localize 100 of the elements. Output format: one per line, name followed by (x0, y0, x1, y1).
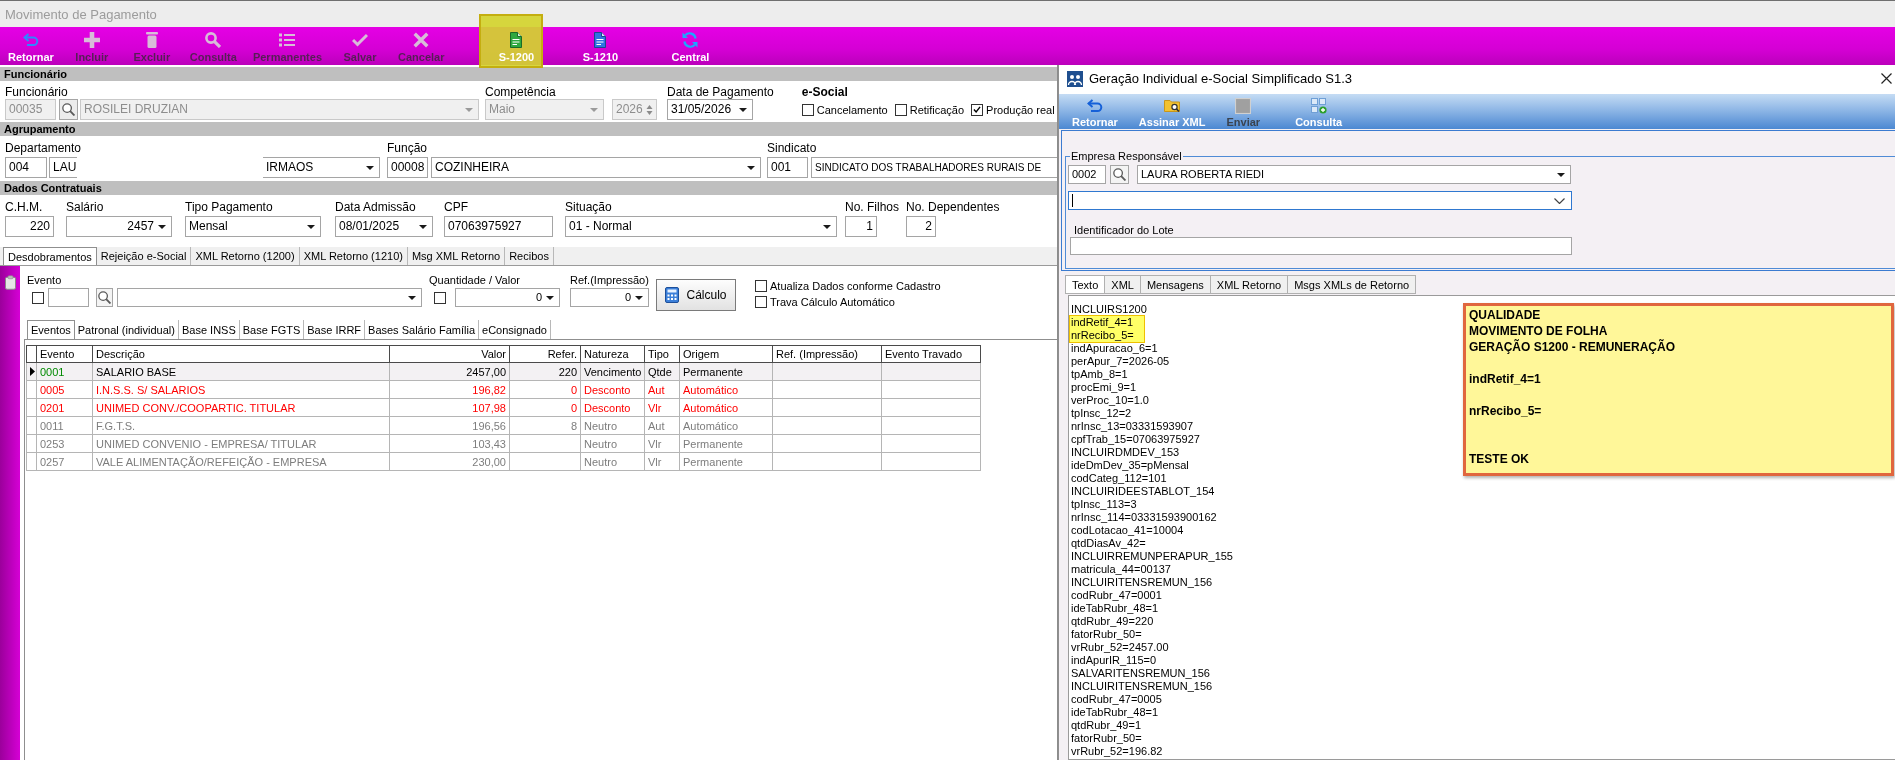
tab[interactable]: Msgs XMLs de Retorno (1288, 275, 1417, 294)
dropdown[interactable]: 08/01/2025 (335, 216, 433, 237)
u-turn-arrow-icon (1086, 97, 1103, 114)
checkbox[interactable] (894, 103, 907, 116)
dropdown[interactable]: 0 (455, 288, 560, 307)
toolbar-button[interactable]: Central (662, 27, 719, 65)
table-cell: F.G.T.S. (92, 416, 390, 435)
field-label: Data Admissão (335, 199, 417, 216)
tab[interactable]: eConsignado (479, 320, 551, 339)
table-cell: 230,00 (389, 452, 510, 471)
input-field[interactable] (48, 288, 89, 307)
tab[interactable]: Base IRRF (304, 320, 366, 339)
search-button[interactable] (1110, 165, 1129, 184)
input-field[interactable]: 07063975927 (444, 216, 553, 237)
search-icon (205, 31, 222, 48)
input-field[interactable]: LAU (49, 157, 77, 178)
text-line: nrInsc_13=03331593907 (1071, 420, 1194, 433)
section-header: Funcionário (0, 67, 1057, 81)
dropdown[interactable]: Mensal (185, 216, 321, 237)
checkbox-label: Produção real (986, 103, 1055, 116)
table-cell: VALE ALIMENTAÇÃO/REFEIÇÃO - EMPRESA (92, 452, 390, 471)
field-label: Competência (485, 84, 557, 99)
text-line: codRubr_47=0001 (1071, 589, 1162, 602)
window-title: Geração Individual e-Social Simplificado S1.3 (1089, 71, 1353, 86)
table-cell: 0201 (36, 398, 93, 417)
section-header: Dados Contratuais (0, 181, 1057, 195)
tab[interactable]: Base FGTS (239, 320, 305, 339)
checkbox[interactable] (801, 103, 814, 116)
tab[interactable]: Patronal (individual) (74, 320, 179, 339)
plus-icon (83, 31, 100, 48)
toolbar-button[interactable]: S-1210 (572, 27, 629, 65)
input-field[interactable]: 001 (767, 157, 808, 178)
input-field[interactable]: 0002 (1068, 165, 1106, 184)
column-header: Origem (679, 345, 773, 363)
text-line: INCLUIRIDEESTABLOT_154 (1071, 485, 1215, 498)
table-cell: 103,43 (389, 434, 510, 453)
input-field[interactable]: 00008 (387, 157, 428, 178)
checkbox[interactable] (755, 280, 767, 292)
checkbox[interactable] (755, 296, 767, 308)
tab[interactable]: Base INSS (178, 320, 240, 339)
tab[interactable]: Msg XML Retorno (407, 247, 506, 265)
tab[interactable]: Mensagens (1140, 275, 1211, 294)
tab[interactable]: XML (1105, 275, 1141, 294)
column-header: Tipo (644, 345, 680, 363)
tab[interactable]: Desdobramentos (3, 247, 97, 265)
column-header: Descrição (92, 345, 390, 363)
input-field[interactable]: 220 (5, 216, 54, 237)
input-field[interactable] (1070, 237, 1572, 255)
dropdown[interactable]: 0 (570, 288, 649, 307)
input-field[interactable]: SINDICATO DOS TRABALHADORES RURAIS DE (811, 157, 1057, 178)
document-icon (592, 31, 609, 48)
text-area[interactable] (1068, 295, 1895, 760)
dropdown[interactable]: 01 - Normal (565, 216, 837, 237)
field-label: Quantidade / Valor (429, 273, 521, 288)
table-cell: Desconto (580, 398, 645, 417)
text-line: qtdDiasAv_42= (1071, 537, 1146, 550)
text-line: indApurIR_115=0 (1071, 654, 1157, 667)
tab[interactable]: XML Retorno (1210, 275, 1289, 294)
input-field[interactable]: 004 (5, 157, 47, 178)
checkbox[interactable] (32, 291, 44, 304)
dropdown[interactable]: 31/05/2026 (667, 99, 753, 120)
text-line: matricula_44=00137 (1071, 563, 1171, 576)
input-field[interactable]: 1 (845, 216, 877, 237)
input-field[interactable]: 2 (906, 216, 936, 237)
dropdown[interactable]: 2457 (66, 216, 172, 237)
circular-arrows-icon (682, 31, 699, 48)
dropdown[interactable] (1068, 191, 1572, 210)
text-line: perApur_7=2026-05 (1071, 355, 1170, 368)
tab[interactable]: XML Retorno (1210) (299, 247, 408, 265)
check-icon (973, 106, 982, 113)
tab[interactable]: Eventos (27, 320, 75, 339)
field-label: No. Filhos (845, 199, 901, 216)
text-line: vrRubr_52=2457.00 (1071, 641, 1169, 654)
dropdown[interactable]: LAURA ROBERTA RIEDI (1137, 165, 1571, 184)
tab[interactable]: Rejeição e-Social (96, 247, 192, 265)
tab[interactable]: Bases Salário Família (365, 320, 480, 339)
group-label: Empresa Responsável (1070, 150, 1183, 162)
field-label: Identificador do Lote (1074, 223, 1174, 237)
text-line: INCLUIRITENSREMUN_156 (1071, 680, 1213, 693)
table-cell: UNIMED CONVENIO - EMPRESA/ TITULAR (92, 434, 390, 453)
text-line: procEmi_9=1 (1071, 381, 1137, 394)
field-label: Sindicato (767, 140, 818, 157)
tab[interactable]: Texto (1065, 275, 1106, 294)
checkbox[interactable] (971, 103, 984, 116)
tab[interactable]: Recibos (505, 247, 554, 265)
checkbox[interactable] (434, 291, 446, 304)
dropdown[interactable]: IRMAOS (263, 157, 380, 178)
calculate-button[interactable]: Cálculo (656, 279, 736, 311)
dropdown-arrow-icon (366, 165, 374, 170)
dropdown-arrow-icon (635, 295, 643, 300)
note-text: QUALIDADE (1469, 307, 1541, 323)
table-cell: UNIMED CONV./COOPARTIC. TITULAR (92, 398, 390, 417)
search-button[interactable] (96, 288, 113, 307)
tab[interactable]: XML Retorno (1200) (191, 247, 300, 265)
close-icon[interactable] (1881, 73, 1892, 84)
table-cell: Vlr (644, 434, 680, 453)
dropdown[interactable]: COZINHEIRA (431, 157, 761, 178)
text-line: nrInsc_114=03331593900162 (1071, 511, 1217, 524)
table-cell: I.N.S.S. S/ SALARIOS (92, 380, 390, 399)
toolbar-button[interactable]: Retornar (2, 27, 60, 65)
